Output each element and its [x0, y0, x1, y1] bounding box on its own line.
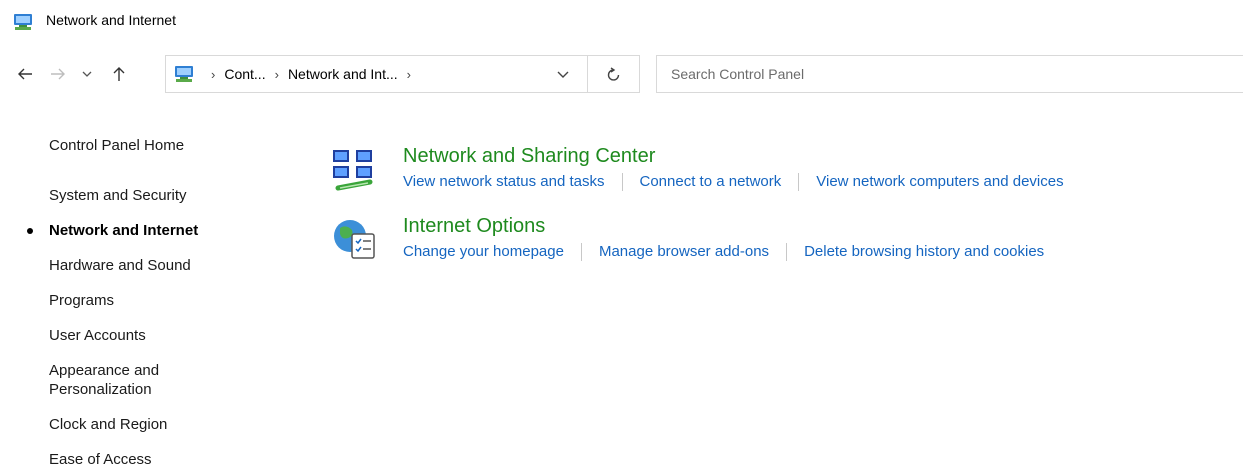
- sidebar-item-clock-and-region[interactable]: Clock and Region: [49, 415, 167, 434]
- breadcrumb: › Cont... › Network and Int... ›: [202, 66, 420, 82]
- sidebar-item-user-accounts[interactable]: User Accounts: [49, 326, 146, 345]
- category-title-network-and-sharing-center[interactable]: Network and Sharing Center: [403, 144, 655, 168]
- link-separator: [580, 242, 582, 261]
- category-links: Change your homepage Manage browser add-…: [403, 242, 1044, 261]
- window-title: Network and Internet: [46, 12, 176, 28]
- chevron-down-icon: [557, 71, 569, 78]
- sidebar-item-ease-of-access[interactable]: Ease of Access: [49, 450, 152, 469]
- link-separator: [621, 172, 623, 191]
- network-icon: [175, 66, 193, 82]
- search-input[interactable]: [657, 56, 1243, 92]
- sidebar-item-appearance-and-personalization[interactable]: Appearance and Personalization: [49, 361, 159, 399]
- breadcrumb-separator-icon[interactable]: ›: [211, 67, 215, 82]
- active-bullet-icon: [27, 228, 33, 234]
- refresh-icon: [607, 67, 620, 81]
- recent-locations-button[interactable]: [79, 62, 95, 86]
- title-bar: Network and Internet: [0, 0, 1243, 44]
- chevron-down-icon: [82, 71, 92, 77]
- link-view-network-status[interactable]: View network status and tasks: [403, 172, 605, 191]
- search-box[interactable]: [656, 55, 1243, 93]
- breadcrumb-network-and-internet[interactable]: Network and Int...: [288, 66, 398, 82]
- address-bar[interactable]: › Cont... › Network and Int... ›: [165, 55, 640, 93]
- refresh-button[interactable]: [604, 65, 624, 85]
- navigation-bar: › Cont... › Network and Int... ›: [0, 52, 1243, 100]
- back-button[interactable]: [13, 62, 37, 86]
- network-icon: [14, 14, 32, 30]
- link-separator: [798, 172, 800, 191]
- address-divider: [587, 56, 588, 92]
- internet-options-icon: [334, 220, 375, 259]
- sidebar-item-hardware-and-sound[interactable]: Hardware and Sound: [49, 256, 191, 275]
- sidebar-item-programs[interactable]: Programs: [49, 291, 114, 310]
- forward-arrow-icon: [51, 68, 65, 80]
- address-dropdown-button[interactable]: [554, 66, 572, 82]
- link-connect-to-network[interactable]: Connect to a network: [640, 172, 782, 191]
- sidebar-item-network-and-internet[interactable]: Network and Internet: [49, 221, 198, 240]
- category-title-internet-options[interactable]: Internet Options: [403, 214, 545, 238]
- network-sharing-icon: [333, 150, 373, 191]
- forward-button[interactable]: [46, 62, 70, 86]
- category-links: View network status and tasks Connect to…: [403, 172, 1064, 191]
- up-arrow-icon: [113, 67, 125, 81]
- breadcrumb-separator-icon[interactable]: ›: [407, 67, 411, 82]
- back-arrow-icon: [18, 68, 32, 80]
- up-button[interactable]: [107, 62, 131, 86]
- breadcrumb-control-panel[interactable]: Cont...: [224, 66, 265, 82]
- link-change-homepage[interactable]: Change your homepage: [403, 242, 564, 261]
- link-view-network-computers[interactable]: View network computers and devices: [816, 172, 1063, 191]
- breadcrumb-separator-icon[interactable]: ›: [275, 67, 279, 82]
- sidebar-item-system-and-security[interactable]: System and Security: [49, 186, 187, 205]
- link-manage-browser-addons[interactable]: Manage browser add-ons: [599, 242, 769, 261]
- link-separator: [786, 242, 788, 261]
- sidebar-item-control-panel-home[interactable]: Control Panel Home: [49, 136, 184, 155]
- link-delete-browsing-history[interactable]: Delete browsing history and cookies: [804, 242, 1044, 261]
